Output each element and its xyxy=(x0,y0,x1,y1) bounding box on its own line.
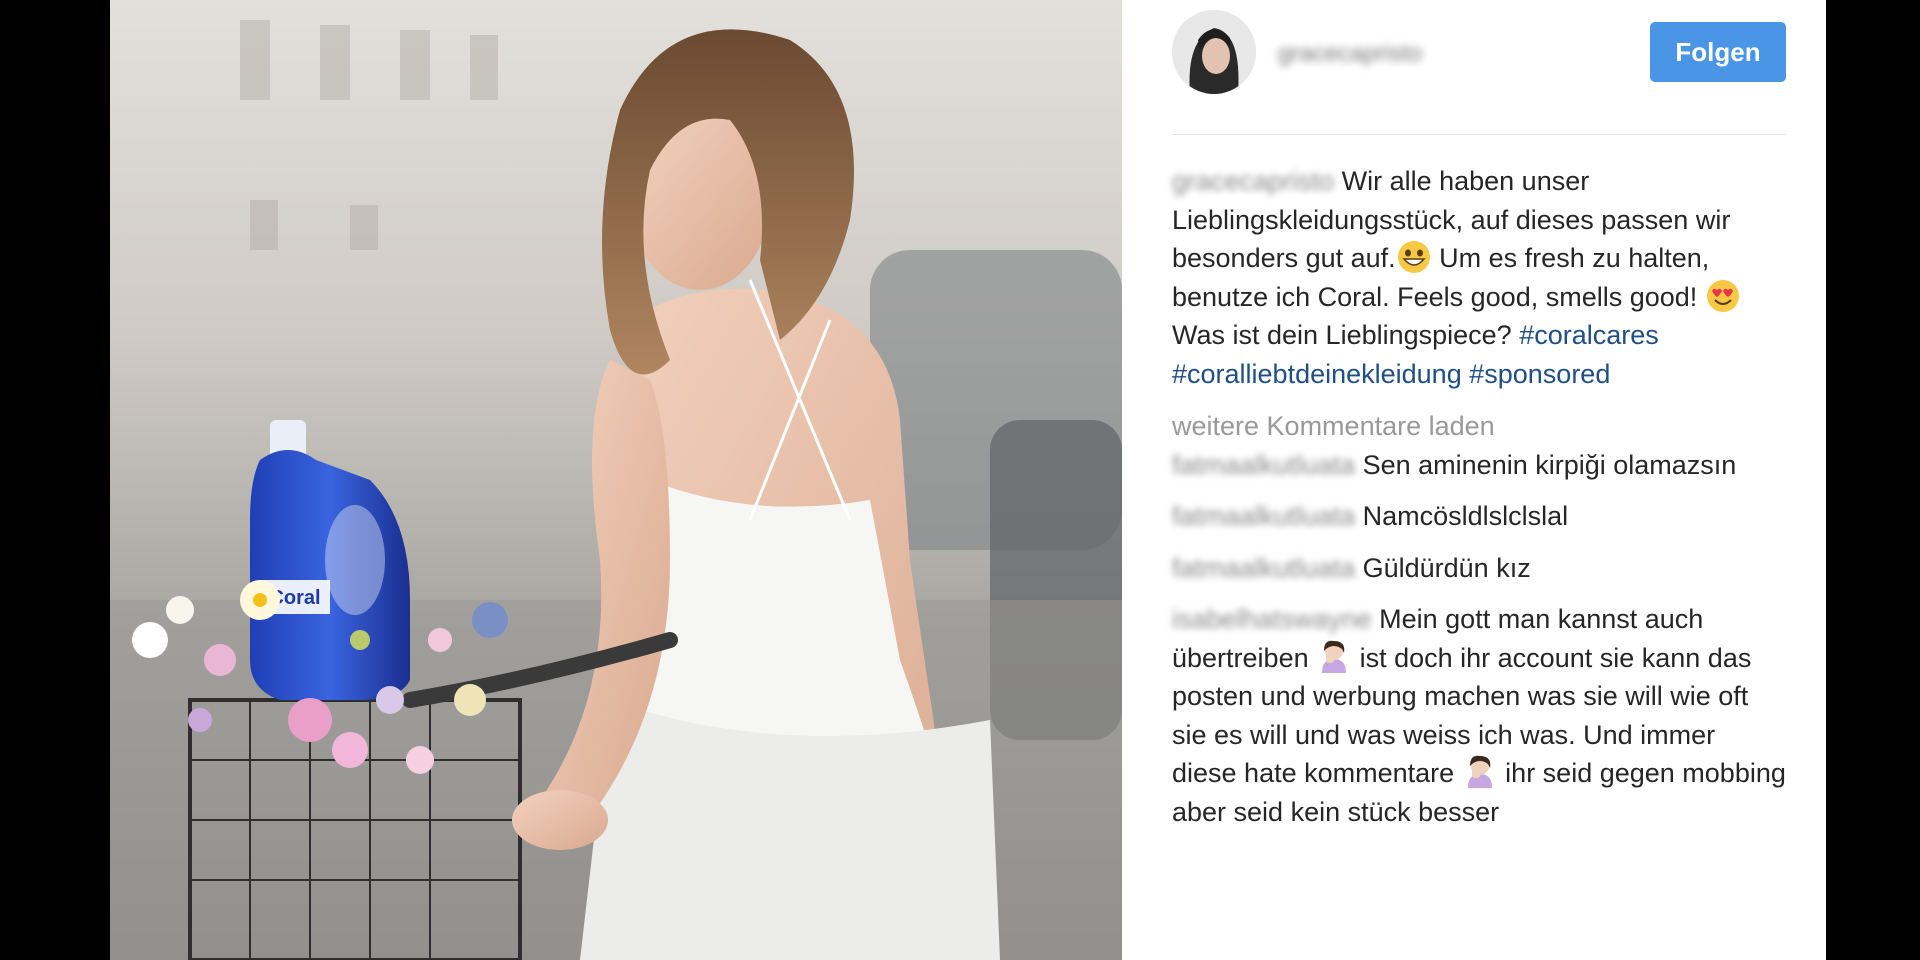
post-photo: Coral xyxy=(110,0,1122,960)
comment-item: fatmaalkutluata Güldürdün kız xyxy=(1172,549,1786,588)
hashtag-link[interactable]: #coralcares xyxy=(1519,320,1659,350)
caption-text-3: Was ist dein Lieblingspiece? xyxy=(1172,320,1520,350)
comment-author[interactable]: fatmaalkutluata xyxy=(1172,553,1355,583)
comment-text: Güldürdün kız xyxy=(1355,552,1531,583)
facepalm-emoji-icon xyxy=(1316,639,1352,675)
hashtag-link[interactable]: #sponsored xyxy=(1469,359,1610,389)
post-sidebar: gracecapristo Folgen gracecapristo Wir a… xyxy=(1122,0,1826,960)
comment-text: Namcösldlslclslal xyxy=(1355,501,1569,531)
comment-author[interactable]: fatmaalkutluata xyxy=(1172,450,1355,480)
hashtag-link[interactable]: #coralliebtdeinekleidung xyxy=(1172,359,1462,389)
heart-eyes-emoji-icon xyxy=(1705,278,1741,314)
post-header: gracecapristo Folgen xyxy=(1172,10,1786,94)
comment-item: fatmaalkutluata Namcösldlslclslal xyxy=(1172,497,1786,536)
caption-author[interactable]: gracecapristo xyxy=(1172,166,1334,196)
load-more-comments-link[interactable]: weitere Kommentare laden xyxy=(1172,407,1786,446)
comment-item: fatmaalkutluata Sen aminenin kirpiği ola… xyxy=(1172,446,1786,485)
facepalm-emoji-icon xyxy=(1462,754,1498,790)
post-image[interactable]: Coral xyxy=(110,0,1122,960)
comment-author[interactable]: isabelhatswayne xyxy=(1172,604,1372,634)
comment-author[interactable]: fatmaalkutluata xyxy=(1172,501,1355,531)
header-divider xyxy=(1172,134,1786,135)
follow-button[interactable]: Folgen xyxy=(1650,22,1786,82)
grinning-emoji-icon xyxy=(1396,239,1432,275)
caption: gracecapristo Wir alle haben unser Liebl… xyxy=(1172,162,1786,393)
post-username[interactable]: gracecapristo xyxy=(1278,40,1422,67)
avatar[interactable] xyxy=(1172,10,1256,94)
comment-text: Sen aminenin kirpiği olamazsın xyxy=(1355,449,1737,480)
comments-section: gracecapristo Wir alle haben unser Liebl… xyxy=(1172,162,1786,844)
comment-item: isabelhatswayne Mein gott man kannst auc… xyxy=(1172,600,1786,831)
